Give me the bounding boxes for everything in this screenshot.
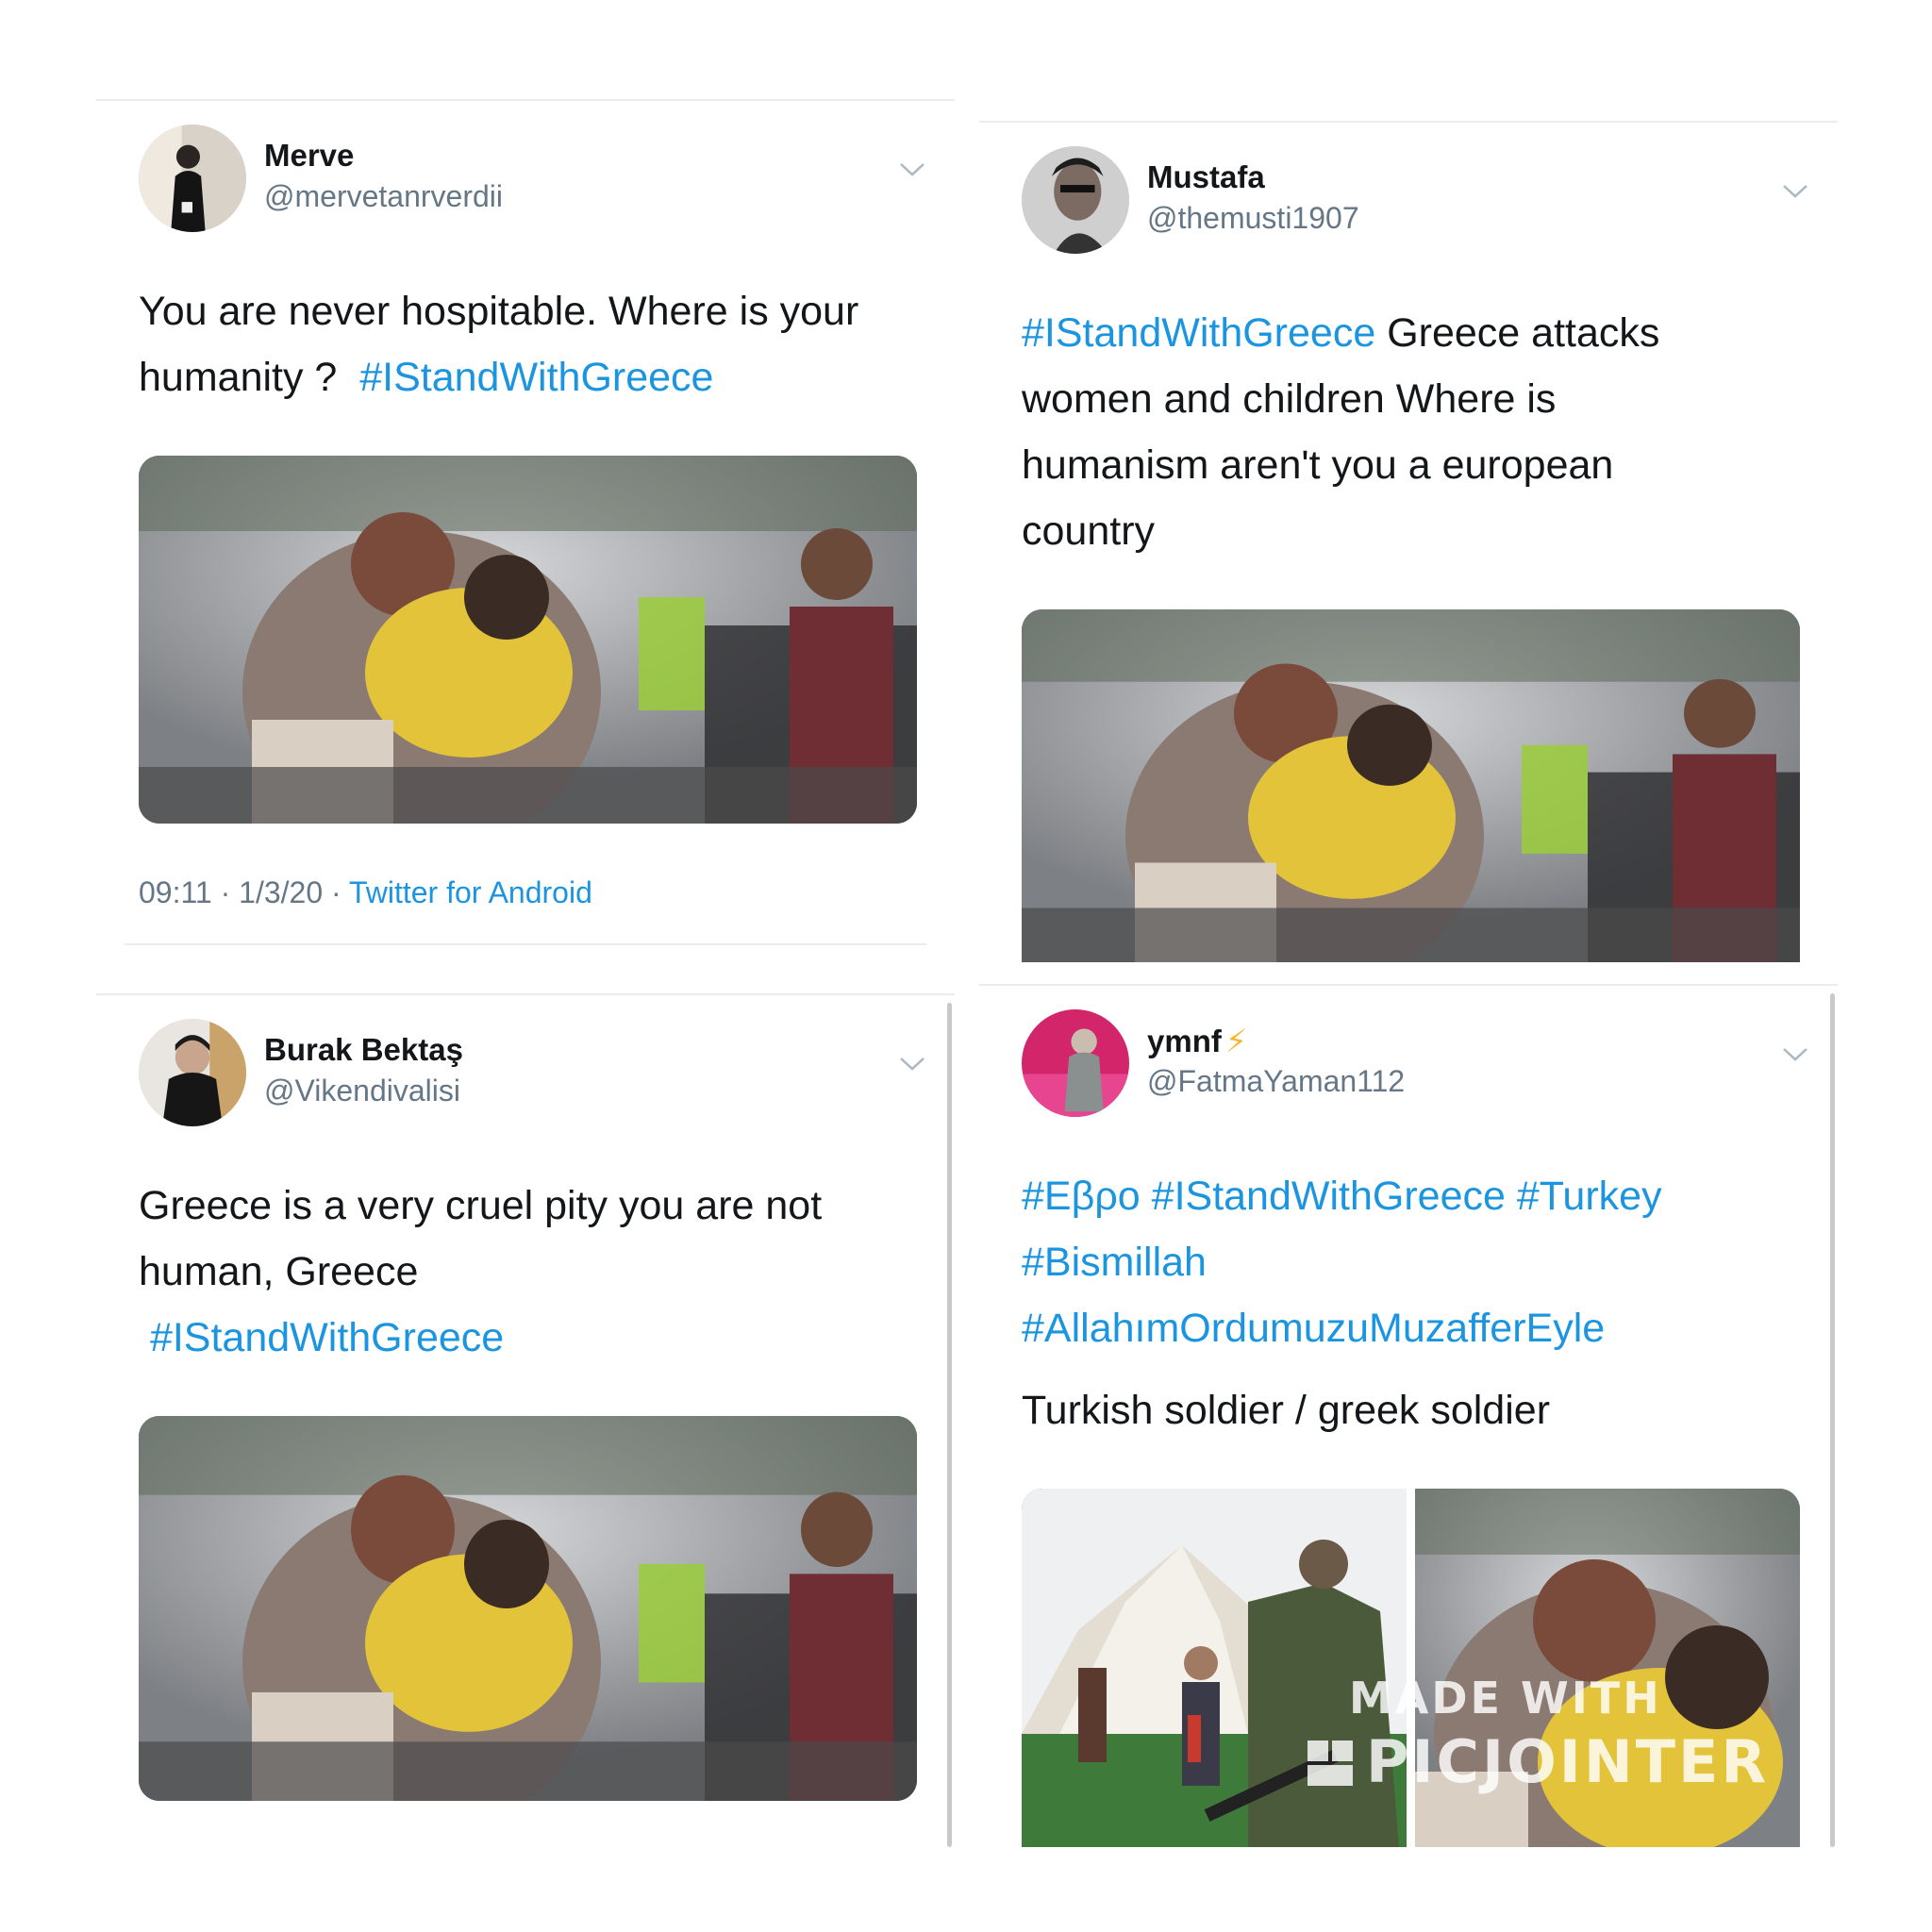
tweet-merve[interactable]: Merve @mervetanrverdii You are never hos… bbox=[96, 99, 955, 948]
divider bbox=[125, 943, 926, 945]
text-line: humanity ? #IStandWithGreece bbox=[139, 344, 922, 410]
timestamp-text: 09:11 · 1/3/20 · bbox=[139, 875, 349, 909]
user-name-text: ymnf bbox=[1147, 1024, 1222, 1058]
text-line: women and children Where is bbox=[1022, 366, 1805, 432]
text-run: Turkish soldier / greek soldier bbox=[1022, 1388, 1551, 1433]
text-run: humanism aren't you a european bbox=[1022, 442, 1614, 488]
text-line: humanism aren't you a european bbox=[1022, 432, 1805, 498]
hashtag-link[interactable]: #AllahımOrdumuzuMuzafferEyle bbox=[1022, 1306, 1605, 1351]
tweet-text: #IStandWithGreece Greece attacks women a… bbox=[1022, 300, 1805, 564]
text-line: human, Greece bbox=[139, 1239, 922, 1305]
divider bbox=[979, 121, 1838, 123]
text-run: Greece is a very cruel pity you are not bbox=[139, 1183, 823, 1228]
hashtag-link[interactable]: #IStandWithGreece bbox=[139, 1315, 504, 1360]
tweet-mustafa[interactable]: Mustafa @themusti1907 #IStandWithGreece … bbox=[979, 121, 1838, 962]
watermark-line1: MADE WITH bbox=[1349, 1673, 1662, 1724]
watermark-line2: PICJOINTER bbox=[1307, 1727, 1769, 1796]
user-name[interactable]: ymnf ⚡ bbox=[1147, 1023, 1247, 1059]
tweet-header: Burak Bektaş @Vikendivalisi bbox=[139, 1019, 969, 1128]
text-run: human, Greece bbox=[139, 1249, 419, 1294]
text-run: humanity ? bbox=[139, 355, 360, 400]
hashtag-link[interactable]: #IStandWithGreece bbox=[359, 355, 713, 400]
avatar[interactable] bbox=[1022, 146, 1129, 254]
scrollbar[interactable] bbox=[947, 1003, 952, 1847]
text-line: #IStandWithGreece Greece attacks bbox=[1022, 300, 1805, 366]
text-line: #IStandWithGreece bbox=[139, 1305, 922, 1371]
watermark-brand: PICJOINTER bbox=[1366, 1727, 1770, 1796]
tweet-photo[interactable] bbox=[1022, 609, 1800, 962]
hashtag-link[interactable]: #IStandWithGreece bbox=[1022, 310, 1375, 356]
user-handle[interactable]: @FatmaYaman112 bbox=[1147, 1064, 1405, 1099]
text-line: #Bismillah bbox=[1022, 1229, 1805, 1295]
user-name[interactable]: Merve bbox=[264, 138, 354, 174]
hashtag-link[interactable]: #Εβρο #IStandWithGreece #Turkey bbox=[1022, 1174, 1662, 1219]
chevron-down-icon[interactable] bbox=[1781, 182, 1809, 201]
text-run: women and children Where is bbox=[1022, 376, 1557, 422]
hashtag-link[interactable]: #Bismillah bbox=[1022, 1240, 1207, 1285]
tweet-text: #Εβρο #IStandWithGreece #Turkey #Bismill… bbox=[1022, 1163, 1805, 1443]
tweet-text: You are never hospitable. Where is your … bbox=[139, 278, 922, 410]
user-handle[interactable]: @Vikendivalisi bbox=[264, 1074, 460, 1108]
text-run: Greece attacks bbox=[1375, 310, 1660, 356]
avatar[interactable] bbox=[1022, 1009, 1129, 1117]
text-line: #AllahımOrdumuzuMuzafferEyle bbox=[1022, 1295, 1805, 1361]
lightning-icon: ⚡ bbox=[1224, 1024, 1248, 1058]
text-line: #Εβρο #IStandWithGreece #Turkey bbox=[1022, 1163, 1805, 1229]
text-line: Turkish soldier / greek soldier bbox=[1022, 1377, 1805, 1443]
text-line: country bbox=[1022, 498, 1805, 564]
user-name[interactable]: Burak Bektaş bbox=[264, 1032, 463, 1068]
avatar[interactable] bbox=[139, 1019, 246, 1126]
user-name[interactable]: Mustafa bbox=[1147, 159, 1265, 195]
chevron-down-icon[interactable] bbox=[1781, 1045, 1809, 1064]
scrollbar[interactable] bbox=[1830, 993, 1835, 1847]
source-link[interactable]: Twitter for Android bbox=[349, 875, 592, 909]
tweet-photo[interactable] bbox=[139, 1416, 917, 1801]
chevron-down-icon[interactable] bbox=[898, 1055, 926, 1074]
tweet-text: Greece is a very cruel pity you are not … bbox=[139, 1173, 922, 1371]
tweet-photo[interactable] bbox=[139, 456, 917, 824]
text-run: You are never hospitable. Where is your bbox=[139, 289, 859, 334]
divider bbox=[96, 99, 955, 101]
avatar[interactable] bbox=[139, 125, 246, 232]
text-line: You are never hospitable. Where is your bbox=[139, 278, 922, 344]
tweet-timestamp: 09:11 · 1/3/20 · Twitter for Android bbox=[139, 875, 592, 910]
picjointer-logo-icon bbox=[1307, 1740, 1353, 1786]
tweet-header: Merve @mervetanrverdii bbox=[139, 125, 969, 234]
tweet-ymnf[interactable]: ymnf ⚡ @FatmaYaman112 #Εβρο #IStandWithGr… bbox=[979, 984, 1838, 1847]
tweet-header: ymnf ⚡ @FatmaYaman112 bbox=[1022, 1009, 1852, 1119]
text-run: country bbox=[1022, 508, 1156, 554]
user-handle[interactable]: @mervetanrverdii bbox=[264, 179, 503, 214]
tweet-header: Mustafa @themusti1907 bbox=[1022, 146, 1852, 256]
chevron-down-icon[interactable] bbox=[898, 160, 926, 179]
tweet-burak[interactable]: Burak Bektaş @Vikendivalisi Greece is a … bbox=[96, 993, 955, 1847]
text-line: Greece is a very cruel pity you are not bbox=[139, 1173, 922, 1239]
divider bbox=[96, 993, 955, 995]
user-handle[interactable]: @themusti1907 bbox=[1147, 201, 1359, 236]
divider bbox=[979, 984, 1838, 986]
